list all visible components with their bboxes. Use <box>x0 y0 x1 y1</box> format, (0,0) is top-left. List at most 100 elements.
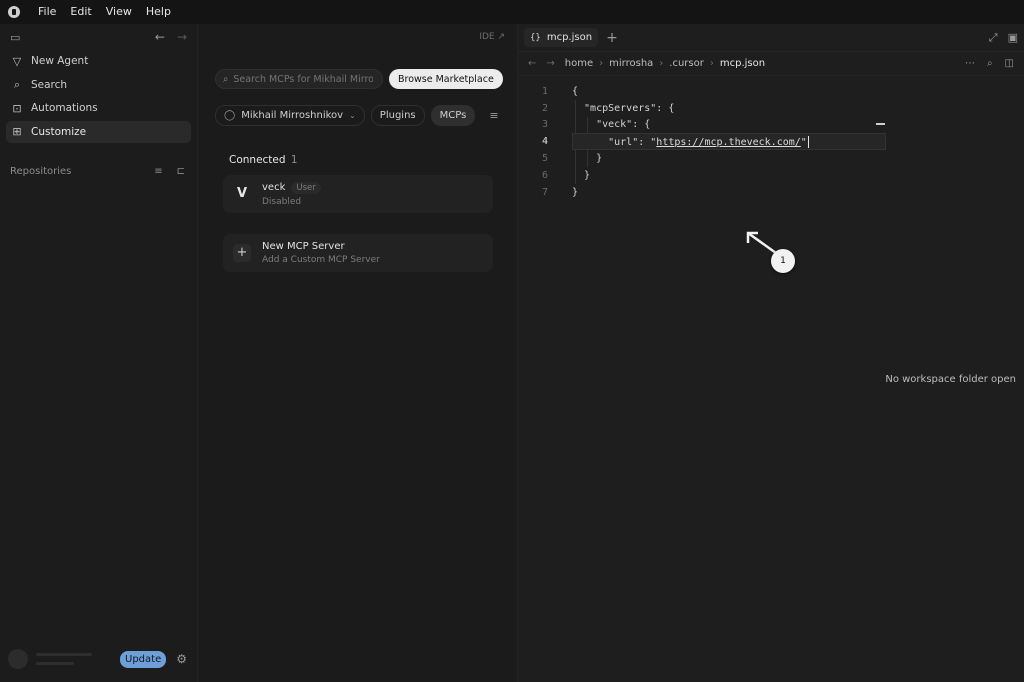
sidebar-footer: Update ⚙ <box>8 648 187 670</box>
line-content: } <box>572 169 591 181</box>
search-icon: ⌕ <box>13 77 21 91</box>
server-name: veck <box>262 182 286 193</box>
menu-view[interactable]: View <box>100 0 138 24</box>
line-number: 4 <box>541 136 548 148</box>
plus-icon: + <box>233 244 251 262</box>
breadcrumb-mirrosha[interactable]: mirrosha <box>609 58 653 69</box>
update-button[interactable]: Update <box>120 650 167 668</box>
sidebar-item-label: New Agent <box>31 55 89 67</box>
sidebar-toggle-icon[interactable]: ▭ <box>10 31 20 44</box>
user-filter-dropdown[interactable]: ◯ Mikhail Mirroshnikov ⌄ <box>215 105 365 126</box>
editor-tabbar: {} mcp.json + ⤢ ▣ <box>518 24 1024 52</box>
line-content: } <box>572 186 579 198</box>
code-token: " <box>800 136 807 148</box>
minimap-marker <box>876 123 885 125</box>
editor: {} mcp.json + ⤢ ▣ ← → home › mirrosha › … <box>518 24 1024 682</box>
menu-edit[interactable]: Edit <box>64 0 97 24</box>
forward-arrow-icon[interactable]: → <box>546 58 554 69</box>
menu-help[interactable]: Help <box>140 0 177 24</box>
code-line: 5 } <box>518 150 1024 167</box>
code-line: 2 "mcpServers": { <box>518 100 1024 117</box>
breadcrumb-home[interactable]: home <box>565 58 593 69</box>
step-badge: 1 <box>771 249 795 273</box>
sidebar-toolbar: ▭ ← → <box>0 24 197 50</box>
user-filter-label: Mikhail Mirroshnikov <box>241 110 344 121</box>
account-placeholder <box>36 653 92 665</box>
tab-plugins[interactable]: Plugins <box>370 105 425 126</box>
chevron-down-icon: ⌄ <box>349 111 356 120</box>
code-line-current: 4 "url": "https://mcp.theveck.com/" <box>518 133 1024 151</box>
sidebar-item-search[interactable]: ⌕ Search <box>6 74 191 96</box>
code-area[interactable]: 1 { 2 "mcpServers": { 3 "veck": { 4 "url… <box>518 83 1024 201</box>
code-line: 3 "veck": { <box>518 117 1024 134</box>
text-caret <box>807 135 809 148</box>
mcp-panel: IDE ↗ ⌕ Browse Marketplace ◯ Mikhail Mir… <box>198 24 518 682</box>
menu-bar: File Edit View Help <box>0 0 1024 24</box>
ide-link[interactable]: IDE ↗ <box>479 32 505 42</box>
repositories-label: Repositories <box>10 166 72 177</box>
more-icon[interactable]: ⋯ <box>965 58 975 69</box>
code-line: 7 } <box>518 184 1024 201</box>
tab-mcp-json[interactable]: {} mcp.json <box>524 28 599 47</box>
line-content: } <box>572 153 603 165</box>
breadcrumb: ← → home › mirrosha › .cursor › mcp.json… <box>518 52 1024 76</box>
status-badge: User <box>291 181 321 194</box>
filter-icon[interactable]: ≡ <box>154 166 162 177</box>
line-number: 3 <box>541 119 548 131</box>
breadcrumb-file[interactable]: mcp.json <box>720 58 765 69</box>
menu-file[interactable]: File <box>32 0 62 24</box>
breadcrumb-separator: › <box>709 58 714 69</box>
connected-label: Connected <box>229 154 286 166</box>
sidebar-item-new-agent[interactable]: ▽ New Agent <box>6 50 191 72</box>
json-file-icon: {} <box>530 32 541 43</box>
line-content: "url": "https://mcp.theveck.com/" <box>572 135 809 148</box>
add-tab-icon[interactable]: + <box>606 30 618 46</box>
new-server-title: New MCP Server <box>262 241 345 252</box>
sidebar-item-automations[interactable]: ⊡ Automations <box>6 97 191 119</box>
expand-icon[interactable]: ⤢ <box>989 31 998 45</box>
avatar[interactable] <box>8 649 28 669</box>
line-content: "veck": { <box>572 119 651 131</box>
back-arrow-icon[interactable]: ← <box>528 58 536 69</box>
search-icon[interactable]: ⌕ <box>987 58 993 69</box>
breadcrumb-separator: › <box>599 58 604 69</box>
veck-logo-icon: V <box>236 186 248 201</box>
line-number: 7 <box>541 186 548 198</box>
no-workspace-message: No workspace folder open <box>885 374 1016 385</box>
sidebar-item-label: Search <box>31 78 68 91</box>
code-token: "url": " <box>572 136 657 148</box>
repositories-header: Repositories ≡ ⊏ <box>0 163 197 181</box>
breadcrumb-cursor[interactable]: .cursor <box>669 58 704 69</box>
panel-toggle-icon[interactable]: ▣ <box>1008 31 1018 45</box>
line-content: "mcpServers": { <box>572 102 675 114</box>
sidebar: ▭ ← → ▽ New Agent ⌕ Search ⊡ Automations… <box>0 24 198 682</box>
new-mcp-server-card[interactable]: + New MCP Server Add a Custom MCP Server <box>223 234 493 272</box>
line-number: 6 <box>541 169 548 181</box>
mcp-server-card[interactable]: V veck User Disabled <box>223 175 493 213</box>
search-input[interactable] <box>233 73 374 85</box>
line-number: 1 <box>541 85 548 97</box>
server-status: Disabled <box>262 196 302 207</box>
split-view-icon[interactable]: ◫ <box>1005 58 1014 69</box>
back-arrow-icon[interactable]: ← <box>155 30 165 44</box>
code-line: 6 } <box>518 167 1024 184</box>
sidebar-nav: ▽ New Agent ⌕ Search ⊡ Automations ⊞ Cus… <box>0 50 197 143</box>
search-field[interactable]: ⌕ <box>215 69 383 89</box>
browse-marketplace-button[interactable]: Browse Marketplace <box>389 69 503 89</box>
robot-icon: ⊡ <box>12 101 22 115</box>
new-server-subtitle: Add a Custom MCP Server <box>262 255 380 265</box>
agent-icon: ▽ <box>12 54 22 68</box>
filter-icon[interactable]: ≡ <box>489 109 498 122</box>
code-line: 1 { <box>518 83 1024 100</box>
folder-icon[interactable]: ⊏ <box>177 166 185 177</box>
sidebar-item-customize[interactable]: ⊞ Customize <box>6 120 191 143</box>
connected-heading: Connected 1 <box>229 154 298 166</box>
tab-mcps[interactable]: MCPs <box>430 105 476 126</box>
search-icon: ⌕ <box>223 73 229 85</box>
line-content: { <box>572 85 579 97</box>
forward-arrow-icon[interactable]: → <box>177 30 187 44</box>
url-token[interactable]: https://mcp.theveck.com/ <box>656 137 801 148</box>
filter-row: ◯ Mikhail Mirroshnikov ⌄ Plugins MCPs ≡ <box>215 105 499 126</box>
search-row: ⌕ Browse Marketplace <box>215 69 505 89</box>
gear-icon[interactable]: ⚙ <box>176 652 187 666</box>
